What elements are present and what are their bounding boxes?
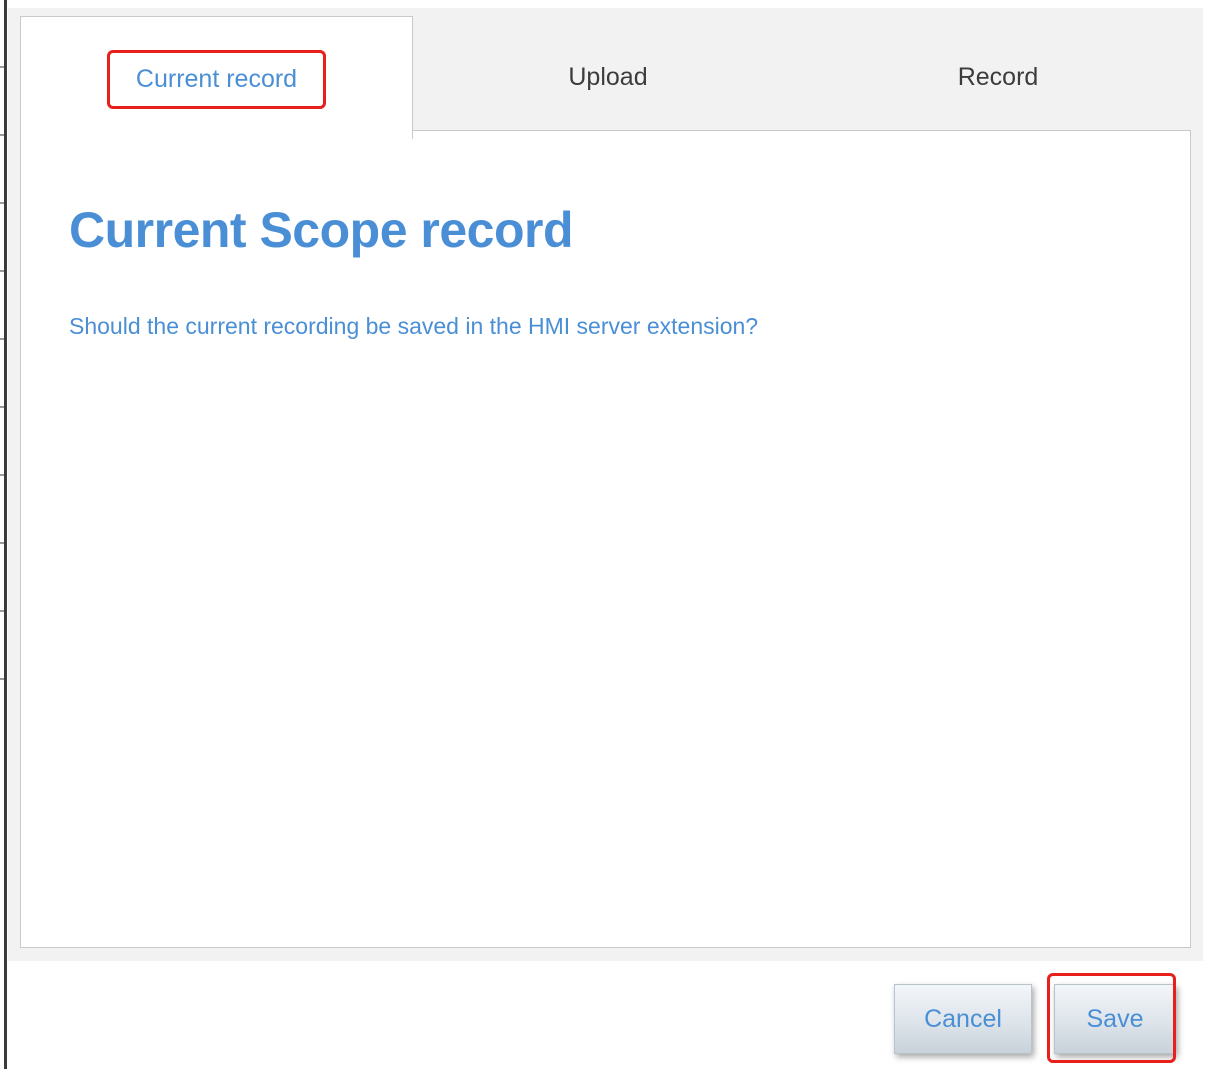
scope-record-dialog: Current record Upload Record Current Sco…: [8, 8, 1203, 961]
page: Current record Upload Record Current Sco…: [0, 0, 1208, 1069]
tab-upload-label: Upload: [568, 62, 648, 91]
tab-record[interactable]: Record: [803, 16, 1193, 138]
tab-content-panel: Current Scope record Should the current …: [20, 130, 1191, 948]
tab-bar: Current record Upload Record: [20, 16, 1193, 139]
tab-upload[interactable]: Upload: [413, 16, 803, 138]
dialog-footer: Cancel Save: [8, 961, 1203, 1069]
save-button[interactable]: Save: [1054, 984, 1176, 1054]
page-title: Current Scope record: [69, 202, 574, 258]
tab-record-label: Record: [957, 62, 1039, 91]
tab-current-record-label: Current record: [106, 49, 327, 109]
tab-current-record[interactable]: Current record: [20, 16, 413, 139]
save-question-text: Should the current recording be saved in…: [69, 313, 759, 339]
window-frame-edge: [4, 0, 7, 1069]
cancel-button[interactable]: Cancel: [894, 984, 1032, 1054]
